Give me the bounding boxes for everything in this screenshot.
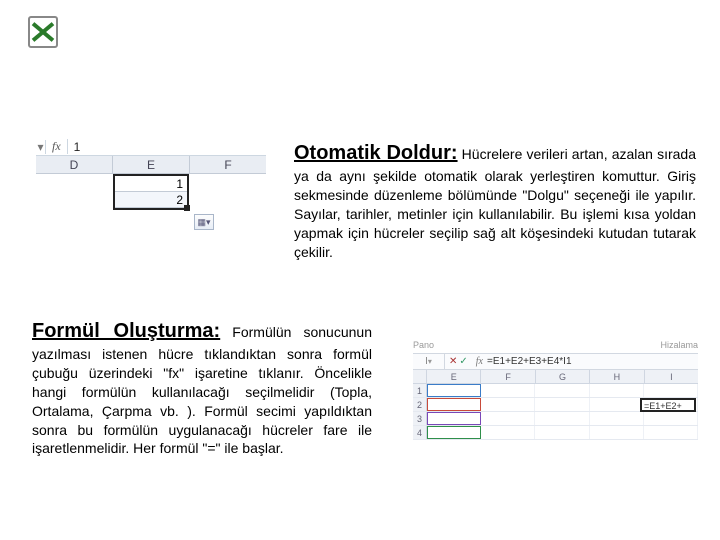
cell[interactable] [427,398,481,411]
column-headers: E F G H I [413,370,698,384]
row-header[interactable]: 2 [413,398,427,411]
cell[interactable] [535,398,589,411]
cell[interactable] [590,412,644,425]
formula-bar-buttons: ✕ ✓ [445,356,472,367]
fx-label[interactable]: fx [46,139,68,154]
autofill-title: Otomatik Doldur: [294,142,458,164]
col-header[interactable]: E [427,370,481,383]
column-headers: D E F [36,156,266,174]
formula-bar-value[interactable]: =E1+E2+E3+E4*I1 [487,356,572,367]
cancel-icon[interactable]: ✕ [449,356,457,367]
cell[interactable] [427,426,481,439]
select-all-corner[interactable] [413,370,427,383]
ribbon-hint: Pano Hizalama [413,338,698,354]
cell[interactable] [535,426,589,439]
row-header[interactable]: 4 [413,426,427,439]
cell[interactable] [644,426,698,439]
formula-title: Formül Oluşturma: [32,320,220,342]
fx-label[interactable]: fx [472,356,487,367]
formula-bar: I▾ ✕ ✓ fx =E1+E2+E3+E4*I1 [413,354,698,370]
excel-app-icon [22,14,62,54]
col-header[interactable]: E [113,156,190,173]
col-header[interactable]: G [536,370,590,383]
ribbon-group-left: Pano [413,340,434,350]
cell[interactable] [644,384,698,397]
autofill-example-sheet: ▾ fx 1 D E F 1 2 ▦▾ [36,138,266,230]
cell[interactable] [481,426,535,439]
cell[interactable] [590,398,644,411]
formula-bar-value[interactable]: 1 [68,140,81,154]
cell[interactable] [481,398,535,411]
name-box[interactable]: I▾ [413,354,445,369]
cell-grid: 1 2 3 4 [413,384,698,440]
formula-example-sheet: Pano Hizalama I▾ ✕ ✓ fx =E1+E2+E3+E4*I1 … [413,338,698,440]
col-header[interactable]: F [190,156,266,173]
cell[interactable] [427,384,481,397]
cell[interactable] [535,412,589,425]
cell[interactable] [481,412,535,425]
namebox-dropdown-icon[interactable]: ▾ [36,140,46,154]
cell[interactable] [481,384,535,397]
row-header[interactable]: 3 [413,412,427,425]
fill-handle[interactable] [184,205,190,211]
formula-description: Formül Oluşturma: Formülün sonucunun yaz… [32,318,372,458]
col-header[interactable]: I [645,370,698,383]
formula-bar: ▾ fx 1 [36,138,266,156]
autofill-options-button[interactable]: ▦▾ [194,214,214,230]
cell[interactable] [427,412,481,425]
formula-body: Formülün sonucunun yazılması istenen hüc… [32,324,372,456]
enter-icon[interactable]: ✓ [459,356,467,367]
dropdown-icon[interactable]: ▾ [428,354,432,370]
col-header[interactable]: F [481,370,535,383]
cell[interactable] [590,426,644,439]
row-header[interactable]: 1 [413,384,427,397]
ribbon-group-right: Hizalama [660,340,698,350]
cell[interactable]: 1 [115,176,187,192]
cell[interactable] [644,412,698,425]
cell[interactable] [590,384,644,397]
col-header[interactable]: D [36,156,113,173]
active-editing-cell[interactable]: =E1+E2+ [640,398,696,412]
cell[interactable]: 2 [115,192,187,208]
cell[interactable] [535,384,589,397]
col-header[interactable]: H [590,370,644,383]
autofill-description: Otomatik Doldur: Hücrelere verileri arta… [294,140,696,261]
selected-range[interactable]: 1 2 [113,174,189,210]
